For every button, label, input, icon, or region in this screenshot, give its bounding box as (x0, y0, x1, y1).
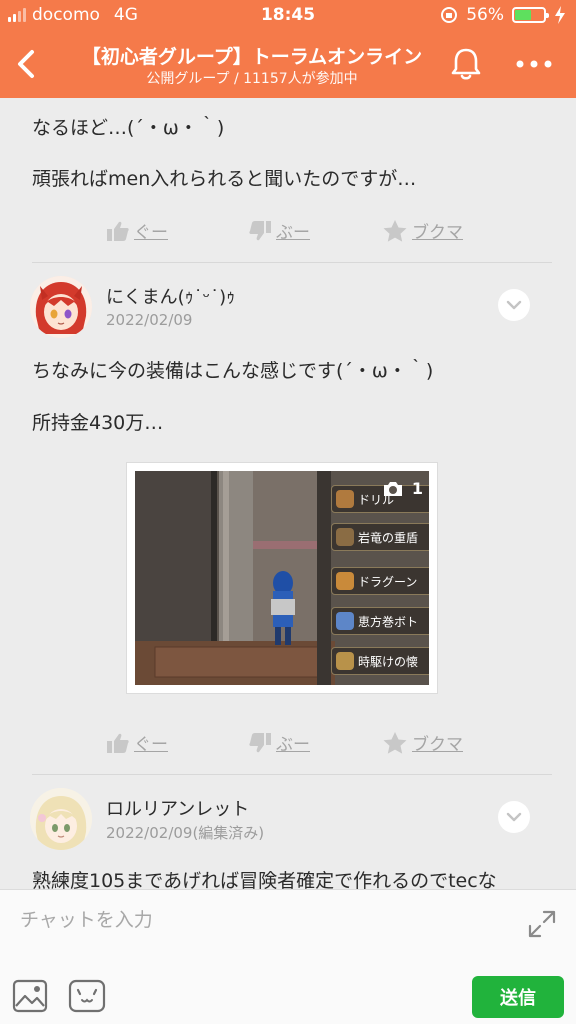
avatar-image (30, 788, 92, 850)
charging-icon (555, 6, 565, 24)
reaction-bar: ぐー ぶー ブクマ (0, 218, 576, 248)
message-text: 頑張ればmen入れられると聞いたのですが… (32, 168, 417, 190)
game-screenshot: ドリル 岩竜の重盾 ドラグーン 恵方巻ボト 時駆けの懐 1 (135, 471, 429, 685)
notification-button[interactable] (447, 44, 485, 84)
message-text: 所持金430万… (32, 412, 164, 434)
thumbs-up-icon (107, 221, 129, 241)
back-button[interactable] (8, 42, 48, 86)
avatar[interactable] (30, 276, 92, 338)
message-text: なるほど…(´・ω・｀) (32, 117, 225, 139)
send-button[interactable]: 送信 (472, 976, 564, 1018)
sticker-button[interactable] (68, 978, 106, 1014)
expand-icon (528, 910, 556, 938)
status-bar: docomo 4G 18:45 56% (0, 0, 576, 32)
username[interactable]: ロルリアンレット (106, 795, 249, 821)
chat-input[interactable] (20, 902, 500, 938)
bookmark-button[interactable]: ブクマ (382, 730, 463, 755)
post-date: 2022/02/09 (106, 311, 193, 329)
battery-percent: 56% (466, 5, 504, 25)
battery-icon (512, 7, 549, 23)
bookmark-label: ブクマ (412, 735, 463, 755)
message-menu-button[interactable] (498, 801, 530, 833)
more-dots-icon (516, 60, 552, 68)
dislike-label: ぶー (276, 223, 310, 243)
chevron-down-icon (506, 812, 522, 822)
sticker-face-icon (68, 979, 106, 1013)
avatar[interactable] (30, 788, 92, 850)
thumbs-down-icon (249, 732, 271, 752)
app-header: 【初心者グループ】トーラムオンライン 公開グループ / 11157人が参加中 (0, 32, 576, 98)
reaction-bar: ぐー ぶー ブクマ (0, 730, 576, 760)
equipment-item: 岩竜の重盾 (331, 523, 429, 551)
equipment-item: 恵方巻ボト (331, 607, 429, 635)
message-text: ちなみに今の装備はこんな感じです(´・ω・｀) (32, 360, 434, 382)
divider (32, 262, 552, 263)
like-label: ぐー (134, 223, 168, 243)
equipment-item: 時駆けの懐 (331, 647, 429, 675)
like-button[interactable]: ぐー (106, 218, 168, 243)
group-subtitle: 公開グループ / 11157人が参加中 (146, 71, 358, 87)
more-options-button[interactable] (512, 52, 556, 76)
orientation-lock-icon (441, 7, 458, 23)
photo-count: 1 (382, 479, 423, 498)
post-date: 2022/02/09(編集済み) (106, 824, 265, 842)
chevron-down-icon (506, 300, 522, 310)
thumbs-up-icon (107, 733, 129, 753)
dislike-label: ぶー (276, 735, 310, 755)
expand-input-button[interactable] (526, 908, 558, 940)
chevron-left-icon (18, 50, 34, 78)
username[interactable]: にくまん(ｩ˙ᵕ˙)ｩ (106, 283, 235, 309)
attached-image[interactable]: ドリル 岩竜の重盾 ドラグーン 恵方巻ボト 時駆けの懐 1 (126, 462, 438, 694)
image-attach-button[interactable] (12, 978, 48, 1014)
message-menu-button[interactable] (498, 289, 530, 321)
group-title: 【初心者グループ】トーラムオンライン (81, 46, 423, 68)
avatar-image (30, 276, 92, 338)
bell-icon (451, 48, 481, 80)
bookmark-button[interactable]: ブクマ (382, 218, 463, 243)
dislike-button[interactable]: ぶー (248, 730, 310, 755)
bookmark-label: ブクマ (412, 223, 463, 243)
like-button[interactable]: ぐー (106, 730, 168, 755)
status-right: 56% (440, 5, 566, 25)
image-icon (12, 979, 48, 1013)
thumbs-down-icon (249, 220, 271, 240)
star-icon (383, 731, 407, 754)
like-label: ぐー (134, 735, 168, 755)
chat-input-bar: 送信 (0, 889, 576, 1024)
divider (32, 774, 552, 775)
equipment-item: ドラグーン (331, 567, 429, 595)
camera-icon (383, 481, 402, 496)
star-icon (383, 219, 407, 242)
dislike-button[interactable]: ぶー (248, 218, 310, 243)
